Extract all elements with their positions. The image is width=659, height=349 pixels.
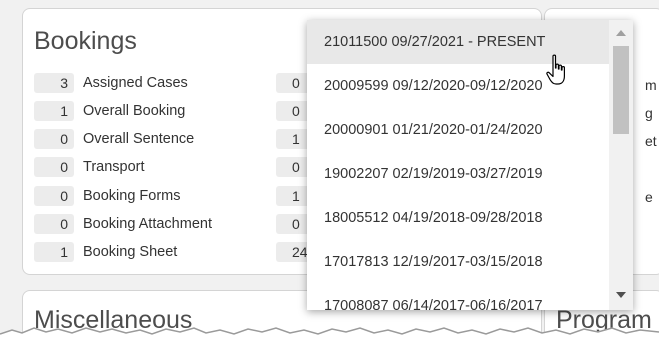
partial-text: m <box>645 77 657 93</box>
booking-select-dropdown[interactable]: 21011500 09/27/2021 - PRESENT 20009599 0… <box>307 20 633 310</box>
stat-label: Booking Forms <box>83 188 181 204</box>
torn-paper-edge <box>0 327 659 349</box>
count-badge: 1 <box>34 242 74 262</box>
stat-label: Overall Booking <box>83 103 186 119</box>
dropdown-option[interactable]: 20000901 01/21/2020-01/24/2020 <box>307 108 609 152</box>
stat-row-overall-sentence[interactable]: 0 Overall Sentence <box>34 129 194 149</box>
stat-label: Booking Attachment <box>83 216 212 232</box>
count-badge: 0 <box>34 186 74 206</box>
partial-text: g <box>645 105 653 121</box>
hand-pointer-icon <box>546 54 570 88</box>
stat-label: Booking Sheet <box>83 244 178 260</box>
count-badge: 0 <box>34 157 74 177</box>
dropdown-option[interactable]: 17017813 12/19/2017-03/15/2018 <box>307 240 609 284</box>
dropdown-option[interactable]: 19002207 02/19/2019-03/27/2019 <box>307 152 609 196</box>
count-badge: 0 <box>34 129 74 149</box>
count-badge: 3 <box>34 73 74 93</box>
stat-row-transport[interactable]: 0 Transport <box>34 157 145 177</box>
partial-text: et <box>645 133 657 149</box>
bookings-title: Bookings <box>34 27 137 55</box>
scrollbar-thumb[interactable] <box>613 46 629 134</box>
stat-row-booking-sheet[interactable]: 1 Booking Sheet <box>34 242 177 262</box>
count-badge: 0 <box>34 214 74 234</box>
dropdown-scrollbar[interactable] <box>609 20 633 310</box>
dropdown-option[interactable]: 18005512 04/19/2018-09/28/2018 <box>307 196 609 240</box>
scroll-down-arrow-icon[interactable] <box>615 290 627 300</box>
stat-row-assigned-cases[interactable]: 3 Assigned Cases <box>34 73 188 93</box>
stat-label: Overall Sentence <box>83 131 195 147</box>
scroll-up-arrow-icon[interactable] <box>615 28 627 38</box>
stat-label: Transport <box>83 159 145 175</box>
stat-label: Assigned Cases <box>83 75 188 91</box>
partial-text: e <box>645 189 653 205</box>
stat-row-booking-forms[interactable]: 0 Booking Forms <box>34 186 181 206</box>
stat-row-booking-attachment[interactable]: 0 Booking Attachment <box>34 214 212 234</box>
count-badge: 1 <box>34 101 74 121</box>
dropdown-option[interactable]: 17008087 06/14/2017-06/16/2017 <box>307 284 609 310</box>
stat-row-overall-booking[interactable]: 1 Overall Booking <box>34 101 185 121</box>
